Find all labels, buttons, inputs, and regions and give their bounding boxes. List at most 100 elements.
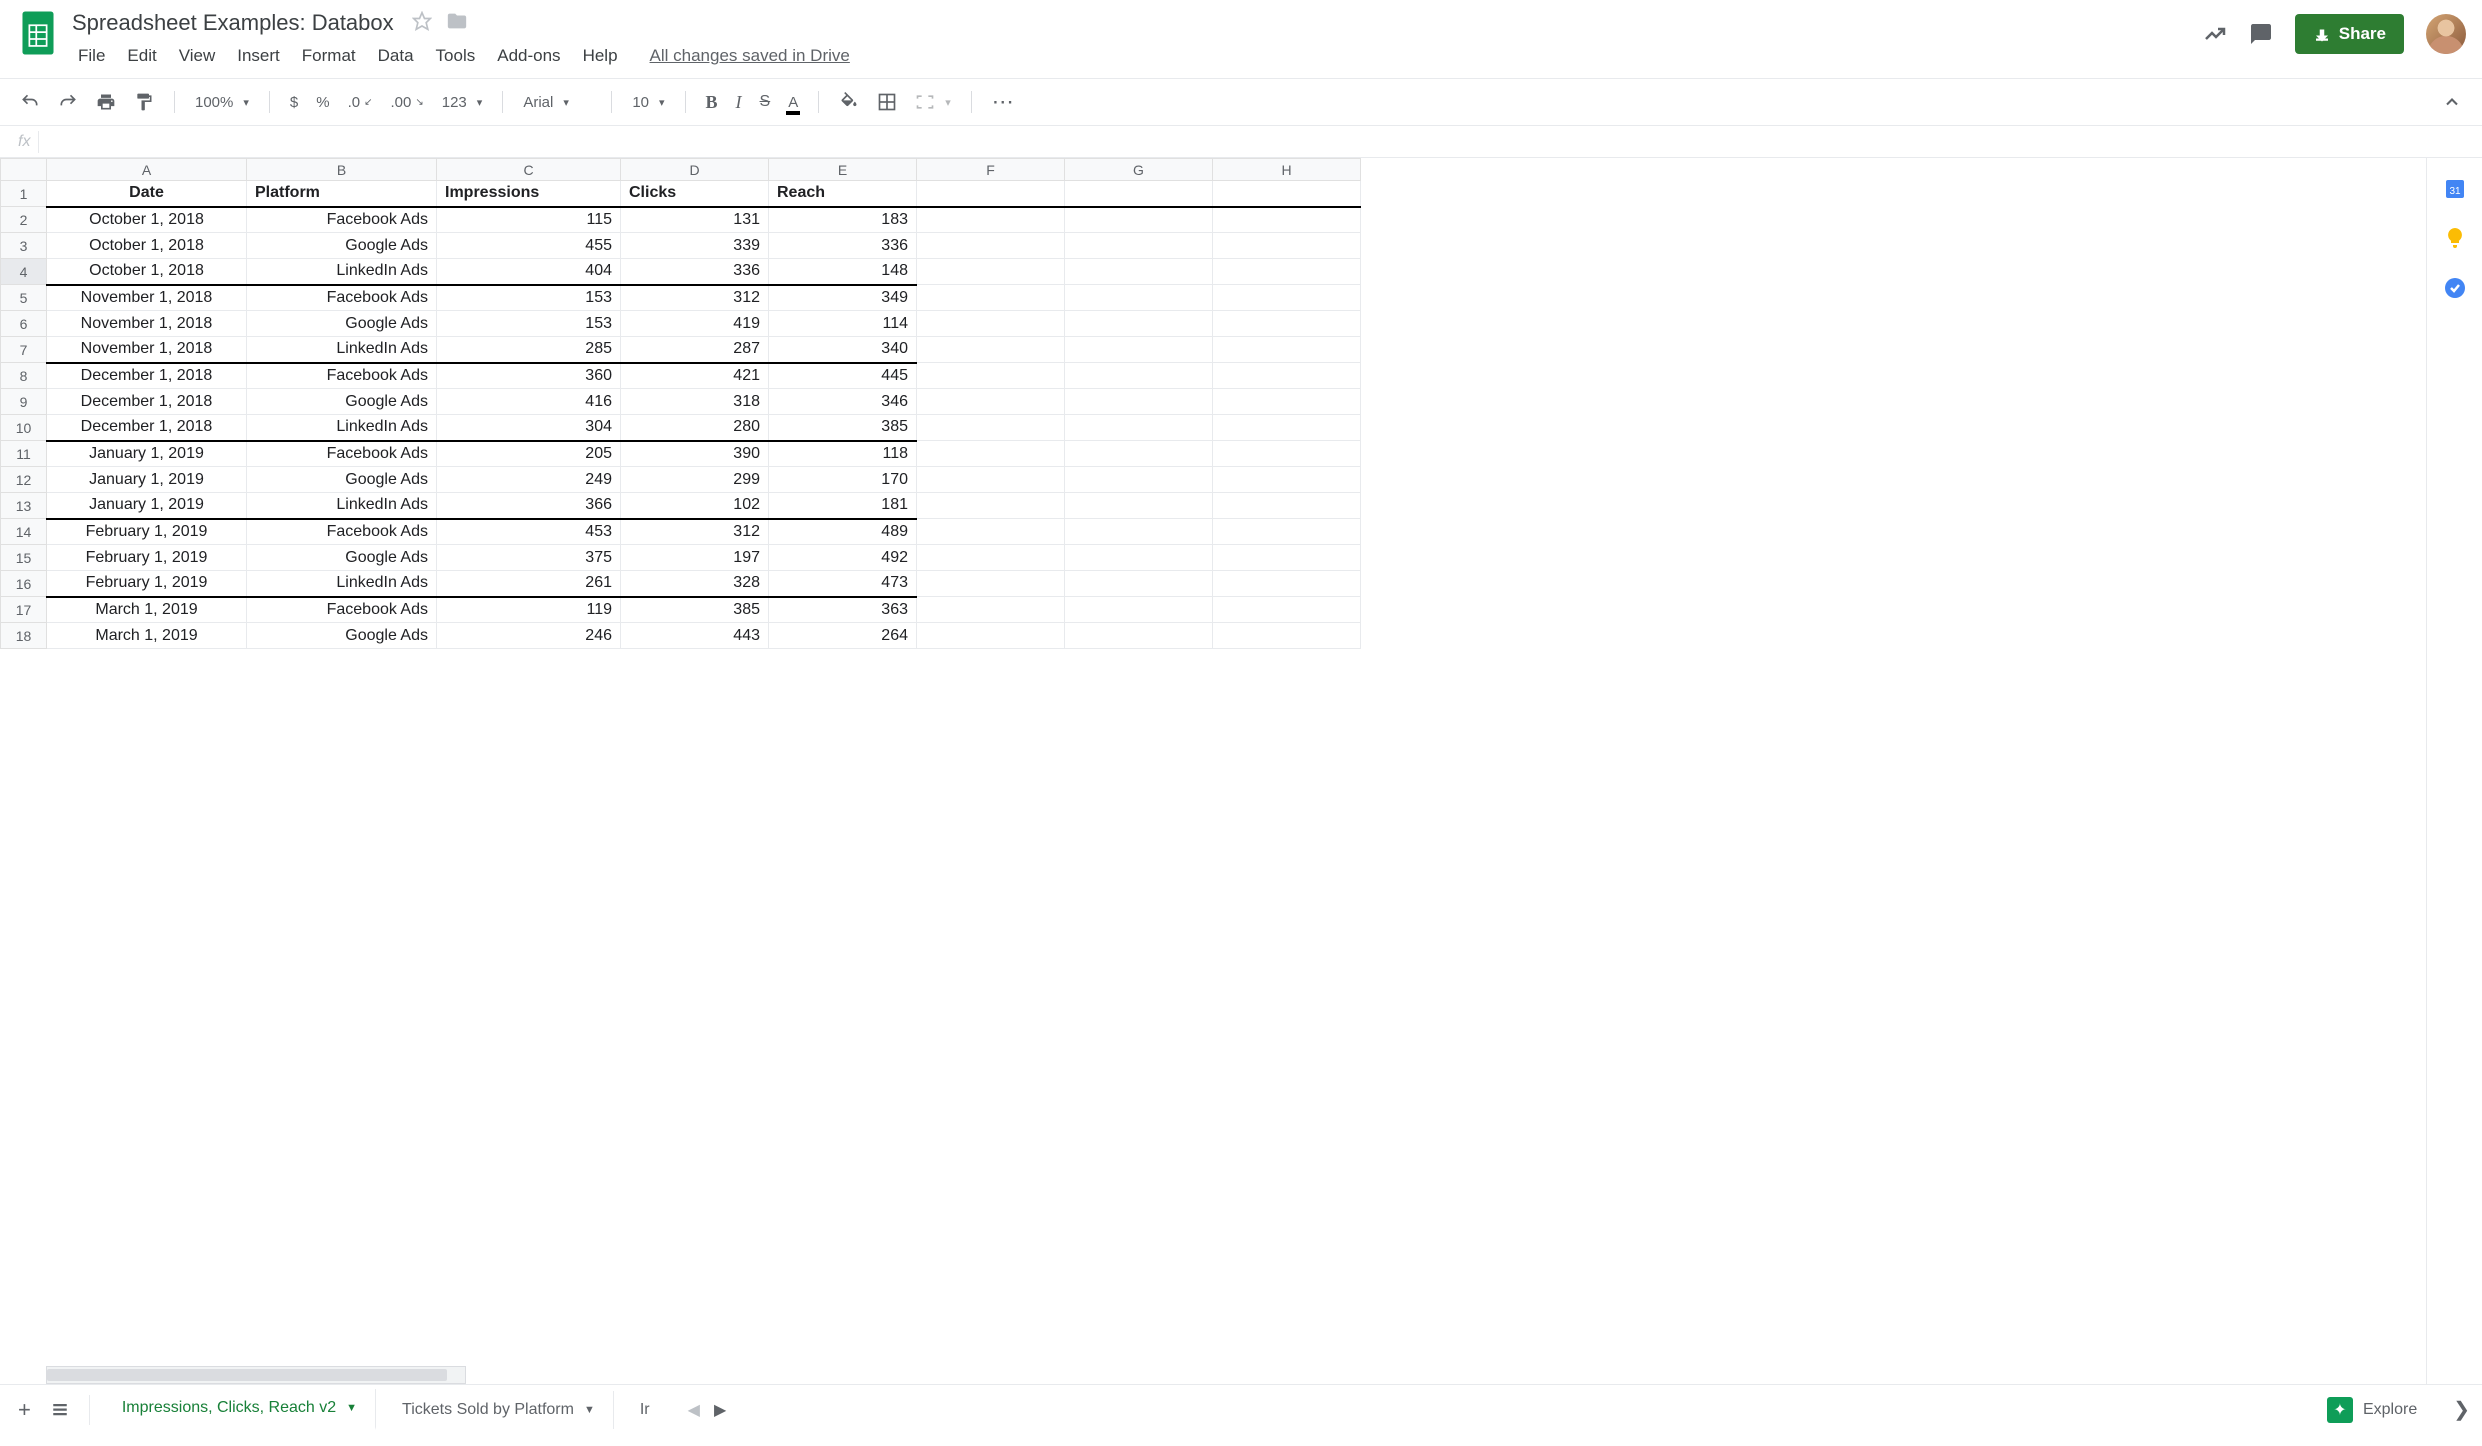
cell[interactable]: 131 (621, 207, 769, 233)
row-header[interactable]: 3 (1, 233, 47, 259)
cell[interactable]: 299 (621, 467, 769, 493)
cell[interactable]: 492 (769, 545, 917, 571)
cell[interactable]: 385 (769, 415, 917, 441)
column-header[interactable]: G (1065, 159, 1213, 181)
keep-icon[interactable] (2443, 226, 2467, 250)
add-sheet-icon[interactable]: + (12, 1393, 37, 1427)
cell[interactable]: 445 (769, 363, 917, 389)
column-header[interactable]: B (247, 159, 437, 181)
cell[interactable] (1213, 233, 1361, 259)
cell[interactable] (1213, 467, 1361, 493)
sheet-tab-active[interactable]: Impressions, Clicks, Reach v2 ▼ (104, 1389, 376, 1430)
cell[interactable]: LinkedIn Ads (247, 415, 437, 441)
cell[interactable]: 340 (769, 337, 917, 363)
cell[interactable]: 249 (437, 467, 621, 493)
cell[interactable]: January 1, 2019 (47, 441, 247, 467)
avatar[interactable] (2426, 14, 2466, 54)
tasks-icon[interactable] (2443, 276, 2467, 300)
cell[interactable]: 264 (769, 623, 917, 649)
cell[interactable]: LinkedIn Ads (247, 337, 437, 363)
save-status[interactable]: All changes saved in Drive (650, 46, 850, 66)
cell[interactable]: 339 (621, 233, 769, 259)
cell[interactable] (1213, 285, 1361, 311)
row-header[interactable]: 10 (1, 415, 47, 441)
row-header[interactable]: 18 (1, 623, 47, 649)
cell[interactable]: 404 (437, 259, 621, 285)
row-header[interactable]: 6 (1, 311, 47, 337)
cell[interactable] (917, 623, 1065, 649)
cell[interactable] (1065, 259, 1213, 285)
spreadsheet-grid[interactable]: ABCDEFGH1DatePlatformImpressionsClicksRe… (0, 158, 2426, 1384)
explore-button[interactable]: ✦ Explore (2311, 1397, 2433, 1423)
cell-header[interactable]: Reach (769, 181, 917, 207)
cell[interactable]: 102 (621, 493, 769, 519)
star-icon[interactable] (412, 11, 432, 36)
row-header[interactable]: 9 (1, 389, 47, 415)
cell[interactable]: Google Ads (247, 467, 437, 493)
cell[interactable] (917, 415, 1065, 441)
row-header[interactable]: 14 (1, 519, 47, 545)
row-header[interactable]: 7 (1, 337, 47, 363)
column-header[interactable]: H (1213, 159, 1361, 181)
cell[interactable] (1213, 389, 1361, 415)
cell[interactable]: 114 (769, 311, 917, 337)
cell[interactable] (917, 181, 1065, 207)
share-button[interactable]: Share (2295, 14, 2404, 54)
cell[interactable] (917, 337, 1065, 363)
cell[interactable]: December 1, 2018 (47, 415, 247, 441)
increase-decimal-button[interactable]: .00↘ (385, 90, 430, 115)
cell[interactable]: 280 (621, 415, 769, 441)
cell[interactable]: 336 (621, 259, 769, 285)
cell[interactable] (1065, 285, 1213, 311)
cell[interactable] (917, 493, 1065, 519)
text-color-button[interactable]: A (782, 90, 804, 115)
cell[interactable]: 346 (769, 389, 917, 415)
cell[interactable] (1213, 571, 1361, 597)
cell[interactable] (917, 441, 1065, 467)
menu-format[interactable]: Format (292, 42, 366, 70)
paint-format-icon[interactable] (128, 88, 160, 116)
cell[interactable]: 390 (621, 441, 769, 467)
cell[interactable] (1213, 597, 1361, 623)
cell[interactable]: 153 (437, 285, 621, 311)
cell[interactable]: 115 (437, 207, 621, 233)
cell[interactable] (1213, 363, 1361, 389)
cell[interactable]: 443 (621, 623, 769, 649)
cell[interactable]: 455 (437, 233, 621, 259)
format-percent-button[interactable]: % (310, 90, 335, 115)
cell[interactable]: February 1, 2019 (47, 571, 247, 597)
cell[interactable] (1213, 337, 1361, 363)
cell[interactable]: 366 (437, 493, 621, 519)
cell[interactable]: 312 (621, 285, 769, 311)
cell[interactable]: Facebook Ads (247, 441, 437, 467)
cell[interactable] (1065, 181, 1213, 207)
fx-icon[interactable]: fx (10, 133, 38, 151)
menu-addons[interactable]: Add-ons (487, 42, 570, 70)
cell-header[interactable]: Platform (247, 181, 437, 207)
cell[interactable]: 385 (621, 597, 769, 623)
cell[interactable]: 304 (437, 415, 621, 441)
cell[interactable] (1065, 207, 1213, 233)
cell[interactable]: 118 (769, 441, 917, 467)
cell[interactable]: 318 (621, 389, 769, 415)
sheet-tab[interactable]: Tickets Sold by Platform ▼ (384, 1391, 614, 1429)
cell[interactable]: October 1, 2018 (47, 259, 247, 285)
cell[interactable] (1065, 415, 1213, 441)
cell[interactable] (917, 597, 1065, 623)
cell[interactable] (1213, 519, 1361, 545)
cell[interactable] (1065, 597, 1213, 623)
cell[interactable] (917, 233, 1065, 259)
row-header[interactable]: 1 (1, 181, 47, 207)
expand-sidebar-icon[interactable]: ❯ (2453, 1397, 2470, 1422)
cell[interactable]: 183 (769, 207, 917, 233)
column-header[interactable]: E (769, 159, 917, 181)
cell[interactable]: Google Ads (247, 389, 437, 415)
row-header[interactable]: 16 (1, 571, 47, 597)
cell[interactable]: October 1, 2018 (47, 233, 247, 259)
activity-chart-icon[interactable] (2203, 22, 2227, 46)
merge-cells-icon[interactable] (909, 88, 957, 116)
cell[interactable] (1213, 311, 1361, 337)
cell[interactable] (1213, 623, 1361, 649)
cell[interactable]: Facebook Ads (247, 285, 437, 311)
cell[interactable]: 419 (621, 311, 769, 337)
